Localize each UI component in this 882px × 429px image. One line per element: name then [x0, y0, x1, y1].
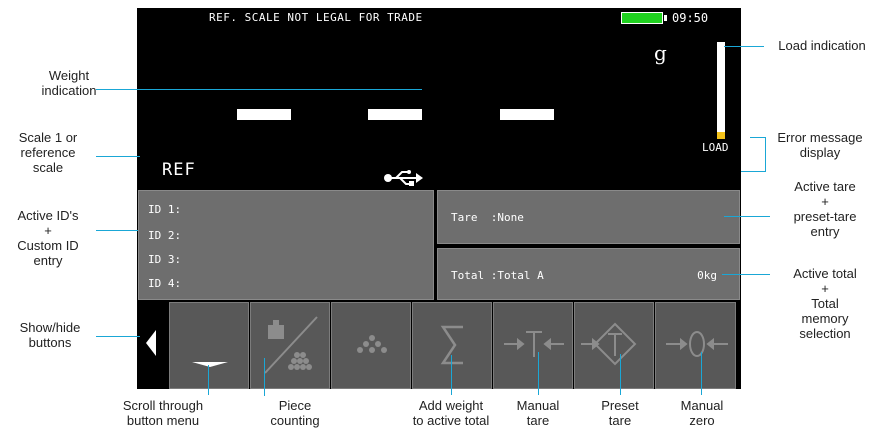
leader-line: [96, 230, 138, 231]
total-memory: :Total A: [490, 269, 544, 282]
annotation-active-tare: Active tare + preset-tare entry: [793, 179, 857, 239]
button-bar: [137, 302, 741, 389]
tare-line: Tare :None: [451, 211, 524, 224]
weight-digit: [500, 109, 554, 120]
zero-icon: [666, 331, 728, 357]
leader-line: [741, 171, 766, 172]
leader-line: [701, 352, 702, 395]
leader-line: [96, 156, 140, 157]
annotation-active-ids: Active ID's + Custom ID entry: [17, 208, 79, 268]
annotation-weight-indication: Weight indication: [41, 68, 97, 98]
triangle-left-icon: [146, 330, 156, 356]
leader-line: [538, 352, 539, 395]
annotation-scroll: Scroll through button menu: [122, 398, 204, 428]
sigma-icon: [440, 325, 463, 365]
total-amount: 0kg: [697, 269, 717, 282]
tare-value: :None: [490, 211, 524, 224]
annotation-scale-ref: Scale 1 or reference scale: [18, 130, 78, 175]
id-label: ID 4:: [148, 277, 182, 290]
annotation-add-weight: Add weight to active total: [412, 398, 490, 428]
weight-unit: g: [654, 41, 667, 65]
annotation-manual-zero: Manual zero: [680, 398, 724, 428]
id-label: ID 1:: [148, 203, 182, 216]
scroll-button-menu-button[interactable]: [169, 302, 249, 389]
battery-icon: [621, 12, 663, 24]
preset-tare-button[interactable]: [574, 302, 654, 389]
show-hide-button[interactable]: [137, 302, 167, 389]
leader-line: [620, 354, 621, 395]
leader-line: [96, 89, 422, 90]
id-line-1[interactable]: ID 1:: [148, 203, 181, 216]
status-message: REF. SCALE NOT LEGAL FOR TRADE: [209, 11, 423, 24]
leader-line: [264, 358, 265, 396]
total-panel[interactable]: Total :Total A 0kg: [437, 248, 740, 300]
weight-digit: [368, 109, 422, 120]
usb-icon: [384, 170, 423, 186]
tare-icon: [504, 331, 564, 357]
id-line-4[interactable]: ID 4:: [148, 277, 181, 290]
annotation-active-total: Active total + Total memory selection: [793, 266, 857, 341]
tare-panel[interactable]: Tare :None: [437, 190, 740, 244]
annotation-load-indication: Load indication: [778, 38, 866, 53]
annotation-manual-tare: Manual tare: [516, 398, 560, 428]
manual-tare-button[interactable]: [493, 302, 573, 389]
leader-line: [451, 355, 452, 395]
load-label: LOAD: [702, 141, 729, 154]
dots-icon: [357, 335, 387, 353]
tare-label: Tare: [451, 211, 478, 224]
piece-counting-icon: [264, 316, 318, 374]
leader-line: [765, 137, 766, 171]
manual-zero-button[interactable]: [655, 302, 736, 389]
id-line-3[interactable]: ID 3:: [148, 253, 181, 266]
preset-tare-icon: [581, 322, 637, 366]
leader-line: [750, 137, 766, 138]
clock: 09:50: [672, 11, 709, 25]
leader-line: [724, 216, 770, 217]
add-to-total-button[interactable]: [412, 302, 492, 389]
piece-counting-button[interactable]: [250, 302, 330, 389]
annotation-piece-counting: Piece counting: [270, 398, 320, 428]
scale-label: REF: [162, 160, 196, 180]
leader-line: [722, 274, 770, 275]
annotation-preset-tare: Preset tare: [601, 398, 639, 428]
leader-line: [208, 365, 209, 395]
id-label: ID 2:: [148, 229, 182, 242]
total-line: Total :Total A: [451, 269, 544, 282]
leader-line: [96, 336, 140, 337]
battery-tip: [664, 15, 667, 21]
pieces-button[interactable]: [331, 302, 411, 389]
leader-line: [724, 46, 764, 47]
total-label: Total: [451, 269, 485, 282]
load-bar: [717, 42, 725, 139]
load-bar-fill: [717, 132, 725, 139]
annotation-error-message: Error message display: [777, 130, 863, 160]
id-label: ID 3:: [148, 253, 182, 266]
id-panel[interactable]: ID 1: ID 2: ID 3: ID 4:: [138, 190, 434, 300]
annotation-show-hide: Show/hide buttons: [19, 320, 81, 350]
scale-display: REF. SCALE NOT LEGAL FOR TRADE 09:50 g L…: [137, 8, 741, 389]
id-line-2[interactable]: ID 2:: [148, 229, 181, 242]
chevron-down-icon: [192, 362, 228, 367]
weight-digit: [237, 109, 291, 120]
